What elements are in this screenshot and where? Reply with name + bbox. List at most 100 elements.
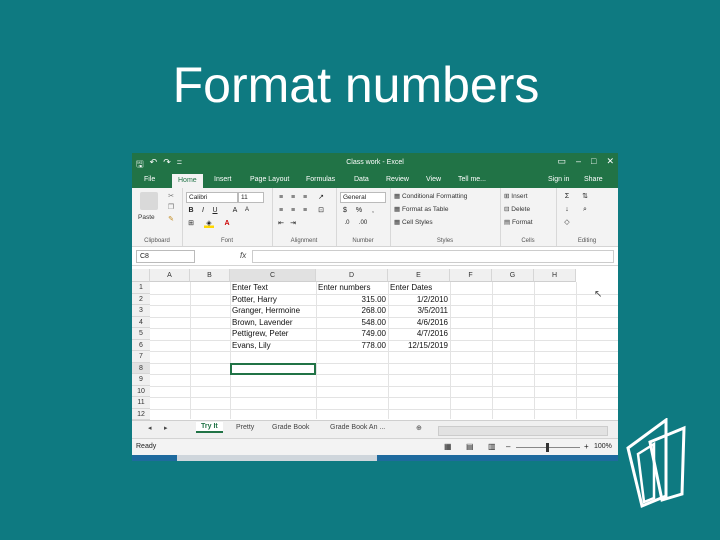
formula-input[interactable] — [252, 250, 614, 263]
decrease-indent-icon[interactable]: ⇤ — [276, 219, 286, 228]
sort-filter-icon[interactable]: ⇅ — [580, 192, 590, 201]
underline-button[interactable]: U — [210, 206, 220, 215]
paste-button[interactable]: Paste — [138, 214, 155, 221]
cell-e2[interactable]: 1/2/2010 — [390, 294, 448, 306]
sheet-tab-try-it[interactable]: Try It — [196, 422, 223, 433]
tab-review[interactable]: Review — [386, 176, 409, 183]
worksheet-grid[interactable]: A B C D E F G H 1 2 3 4 5 6 7 8 9 10 11 12 Enter Text Enter n… — [132, 269, 618, 421]
fill-icon[interactable]: ↓ — [562, 205, 572, 214]
increase-indent-icon[interactable]: ⇥ — [288, 219, 298, 228]
conditional-formatting-button[interactable]: ▦ Conditional Formatting — [394, 192, 467, 200]
row-header-10[interactable]: 10 — [132, 385, 150, 397]
tab-home[interactable]: Home — [172, 174, 203, 188]
row-header-4[interactable]: 4 — [132, 316, 150, 328]
clear-icon[interactable]: ◇ — [562, 218, 572, 227]
fill-color-icon[interactable]: ◈ — [204, 219, 214, 228]
active-cell-c8[interactable] — [230, 362, 316, 375]
normal-view-icon[interactable]: ▦ — [444, 442, 452, 451]
row-header-2[interactable]: 2 — [132, 293, 150, 305]
cell-styles-button[interactable]: ▦ Cell Styles — [394, 218, 433, 226]
increase-decimal-icon[interactable]: .0 — [342, 219, 352, 228]
close-icon[interactable]: ✕ — [606, 156, 614, 167]
page-break-view-icon[interactable]: ▥ — [488, 442, 496, 451]
grow-font-icon[interactable]: A — [230, 206, 240, 215]
minimize-icon[interactable]: – — [576, 156, 581, 167]
row-header-11[interactable]: 11 — [132, 397, 150, 409]
name-box[interactable]: C8 — [136, 250, 195, 263]
shrink-font-icon[interactable]: A — [242, 206, 252, 215]
font-size-combo[interactable]: 11 — [238, 192, 264, 203]
column-header-d[interactable]: D — [316, 269, 388, 282]
cut-icon[interactable]: ✂ — [166, 192, 176, 201]
tell-me-search[interactable]: Tell me... — [458, 176, 486, 183]
tab-view[interactable]: View — [426, 176, 441, 183]
italic-button[interactable]: I — [198, 206, 208, 215]
page-layout-view-icon[interactable]: ▤ — [466, 442, 474, 451]
tab-page-layout[interactable]: Page Layout — [250, 176, 289, 183]
row-header-9[interactable]: 9 — [132, 374, 150, 386]
bottom-align-icon[interactable]: ≡ — [300, 193, 310, 202]
currency-format-button[interactable]: $ — [340, 206, 350, 215]
zoom-slider-thumb[interactable] — [546, 443, 549, 452]
comma-style-button[interactable]: , — [368, 206, 378, 215]
number-format-combo[interactable]: General — [340, 192, 386, 203]
align-left-icon[interactable]: ≡ — [276, 206, 286, 215]
cell-d5[interactable]: 749.00 — [318, 328, 386, 340]
cell-c6[interactable]: Evans, Lily — [232, 340, 314, 352]
percent-style-button[interactable]: % — [354, 206, 364, 215]
paste-icon[interactable] — [140, 192, 158, 210]
column-header-c[interactable]: C — [230, 269, 316, 282]
horizontal-scrollbar[interactable] — [438, 426, 608, 436]
zoom-level[interactable]: 100% — [594, 443, 612, 450]
row-header-8[interactable]: 8 — [132, 362, 150, 374]
row-header-7[interactable]: 7 — [132, 351, 150, 363]
orientation-icon[interactable]: ↗ — [316, 193, 326, 202]
row-header-6[interactable]: 6 — [132, 339, 150, 351]
find-select-icon[interactable]: ⌕ — [580, 205, 590, 214]
tab-formulas[interactable]: Formulas — [306, 176, 335, 183]
zoom-out-icon[interactable]: – — [506, 442, 510, 451]
maximize-icon[interactable]: □ — [591, 156, 596, 167]
merge-center-icon[interactable]: ⊡ — [316, 206, 326, 215]
share-button[interactable]: Share — [584, 176, 603, 183]
cell-e4[interactable]: 4/6/2016 — [390, 317, 448, 329]
delete-cells-button[interactable]: ⊟ Delete — [504, 205, 530, 213]
sheet-tab-grade-book[interactable]: Grade Book — [272, 424, 309, 431]
insert-function-icon[interactable]: fx — [240, 251, 246, 260]
ribbon-display-icon[interactable]: ▭ — [557, 156, 566, 167]
sheet-tab-pretty[interactable]: Pretty — [236, 424, 254, 431]
row-header-12[interactable]: 12 — [132, 408, 150, 420]
sheet-prev-icon[interactable]: ◂ — [148, 424, 152, 432]
tab-data[interactable]: Data — [354, 176, 369, 183]
row-header-5[interactable]: 5 — [132, 328, 150, 340]
column-header-g[interactable]: G — [492, 269, 534, 282]
cell-d3[interactable]: 268.00 — [318, 305, 386, 317]
format-as-table-button[interactable]: ▦ Format as Table — [394, 205, 448, 213]
select-all-corner[interactable] — [132, 269, 150, 282]
autosum-icon[interactable]: Σ — [562, 192, 572, 201]
cell-c3[interactable]: Granger, Hermoine — [232, 305, 314, 317]
cell-d1[interactable]: Enter numbers — [318, 282, 396, 294]
row-header-3[interactable]: 3 — [132, 305, 150, 317]
top-align-icon[interactable]: ≡ — [276, 193, 286, 202]
decrease-decimal-icon[interactable]: .00 — [358, 219, 368, 228]
column-header-h[interactable]: H — [534, 269, 576, 282]
font-color-icon[interactable]: A — [222, 219, 232, 228]
sheet-tab-grade-book-an[interactable]: Grade Book An ... — [330, 424, 385, 431]
bold-button[interactable]: B — [186, 206, 196, 215]
cell-c5[interactable]: Pettigrew, Peter — [232, 328, 314, 340]
sign-in-link[interactable]: Sign in — [548, 176, 569, 183]
borders-icon[interactable]: ⊞ — [186, 219, 196, 228]
zoom-in-icon[interactable]: + — [584, 442, 589, 451]
tab-insert[interactable]: Insert — [214, 176, 232, 183]
font-name-combo[interactable]: Calibri — [186, 192, 238, 203]
row-header-1[interactable]: 1 — [132, 282, 150, 294]
cell-d2[interactable]: 315.00 — [318, 294, 386, 306]
cell-e5[interactable]: 4/7/2016 — [390, 328, 448, 340]
column-header-e[interactable]: E — [388, 269, 450, 282]
column-header-b[interactable]: B — [190, 269, 230, 282]
cell-c2[interactable]: Potter, Harry — [232, 294, 314, 306]
column-header-a[interactable]: A — [150, 269, 190, 282]
align-right-icon[interactable]: ≡ — [300, 206, 310, 215]
cell-c1[interactable]: Enter Text — [232, 282, 314, 294]
